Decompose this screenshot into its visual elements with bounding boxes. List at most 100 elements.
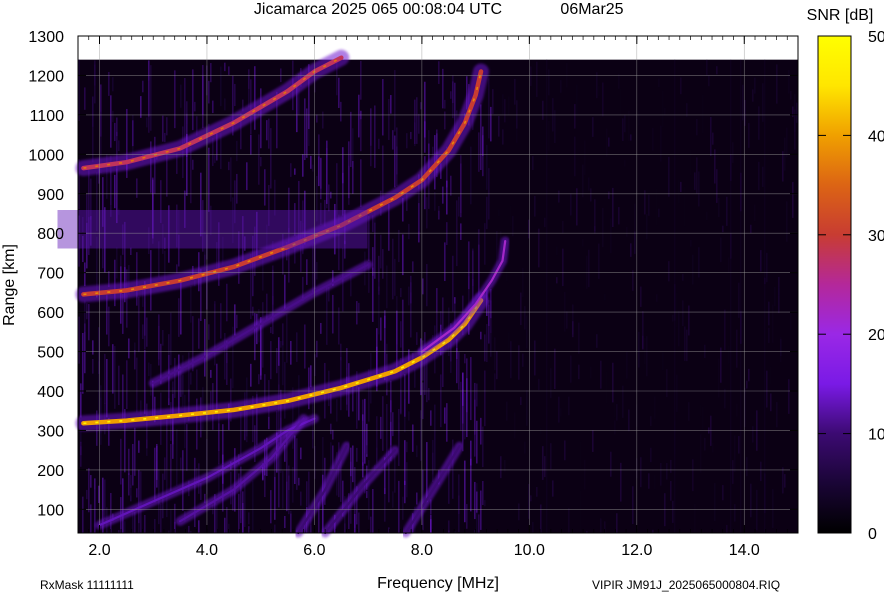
noise-streak [738,282,740,318]
noise-streak [416,445,418,458]
noise-streak [90,475,92,488]
noise-streak [580,441,582,469]
noise-streak [514,412,516,439]
noise-streak [538,228,540,268]
noise-streak [720,347,722,383]
noise-streak [444,99,446,109]
noise-streak [560,408,562,417]
noise-streak [612,362,614,403]
noise-streak [144,515,146,533]
noise-streak [414,99,416,144]
noise-streak [790,90,792,100]
y-tick-label: 200 [37,463,64,480]
noise-streak [220,66,222,107]
noise-streak [282,323,284,346]
noise-streak [770,393,772,412]
noise-streak [326,287,328,345]
noise-streak [174,357,176,398]
noise-streak [568,396,570,416]
noise-streak [690,149,692,176]
noise-streak [170,443,172,491]
noise-streak [170,509,172,533]
noise-streak [648,194,650,216]
noise-column [740,59,742,534]
noise-streak [734,504,736,522]
noise-streak [664,107,666,116]
noise-streak [582,238,584,247]
noise-streak [596,334,598,348]
noise-streak [144,349,146,414]
noise-streak [398,480,400,533]
noise-streak [700,404,702,417]
noise-streak [394,258,396,296]
noise-streak [522,353,524,367]
noise-streak [84,87,86,110]
noise-streak [624,160,626,167]
noise-streak [484,500,486,507]
noise-streak [504,99,506,123]
noise-streak [494,373,496,391]
noise-streak [398,229,400,263]
y-tick-label: 1200 [28,68,64,85]
noise-streak [400,321,402,348]
noise-streak [738,436,740,454]
noise-streak [482,426,484,468]
noise-streak [226,506,228,533]
noise-streak [664,493,666,527]
noise-streak [502,94,504,115]
colorbar-tick-label: 20 [868,327,884,344]
noise-streak [590,366,592,379]
noise-streak [412,261,414,273]
noise-streak [614,398,616,418]
noise-streak [224,517,226,533]
noise-streak [212,100,214,114]
noise-streak [628,110,630,142]
noise-streak [748,123,750,148]
noise-streak [588,249,590,288]
noise-streak [450,175,452,196]
noise-streak [608,191,610,199]
noise-streak [214,303,216,348]
noise-streak [508,96,510,116]
noise-streak [120,438,122,485]
noise-streak [114,346,116,409]
noise-streak [794,109,796,150]
noise-streak [380,317,382,341]
noise-streak [92,358,94,374]
noise-streak [350,447,352,477]
noise-streak [792,182,794,218]
noise-streak [364,398,366,464]
noise-streak [756,489,758,531]
noise-column [546,59,548,534]
noise-streak [698,171,700,207]
colorbar-tick-label: 0 [868,526,877,543]
noise-streak [310,365,312,388]
noise-streak [444,111,446,130]
noise-streak [722,485,724,501]
noise-streak [352,445,354,483]
noise-streak [144,301,146,350]
noise-streak [228,66,230,75]
noise-streak [782,151,784,182]
noise-streak [388,98,390,141]
noise-streak [282,470,284,509]
noise-streak [562,248,564,287]
x-tick-label: 4.0 [196,542,218,559]
noise-streak [634,231,636,254]
noise-streak [360,110,362,152]
noise-streak [192,159,194,170]
noise-streak [694,503,696,533]
y-tick-label: 400 [37,384,64,401]
noise-column [730,59,732,534]
noise-streak [668,261,670,282]
noise-streak [514,78,516,105]
noise-streak [164,457,166,480]
noise-streak [428,388,430,401]
noise-streak [426,197,428,229]
noise-streak [780,339,782,356]
noise-streak [760,250,762,272]
noise-streak [410,275,412,338]
noise-streak [404,374,406,417]
noise-streak [394,70,396,132]
noise-streak [274,524,276,533]
